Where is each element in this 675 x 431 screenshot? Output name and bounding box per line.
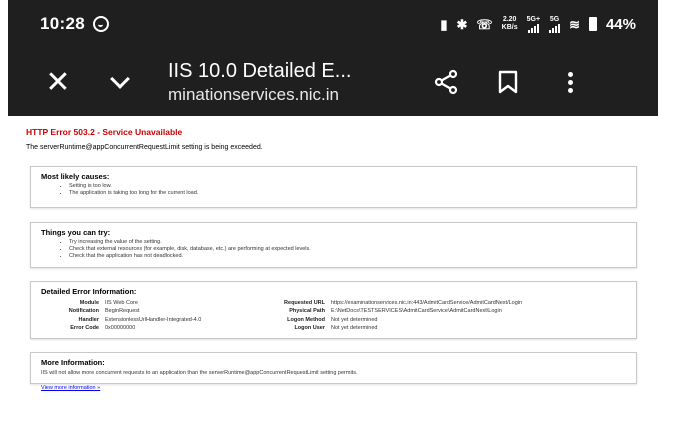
signal-bars-icon bbox=[549, 23, 561, 33]
list-item: Setting is too low. bbox=[69, 183, 626, 190]
list-item: Check that the application has not deadl… bbox=[69, 253, 626, 260]
detail-value: BeginRequest bbox=[105, 308, 140, 315]
detail-value: ExtensionlessUrlHandler-Integrated-4.0 bbox=[105, 316, 202, 323]
share-icon bbox=[434, 69, 458, 95]
network-speed-unit: KB/s bbox=[501, 24, 518, 31]
more-vert-icon bbox=[567, 71, 573, 77]
detail-key: Handler bbox=[78, 316, 99, 323]
minimize-button[interactable] bbox=[98, 60, 142, 104]
detail-value: https://examinationservices.nic.in:443/A… bbox=[331, 300, 523, 306]
try-box: Things you can try: Try increasing the v… bbox=[30, 222, 637, 268]
bluetooth-icon: ✱ bbox=[456, 16, 468, 32]
more-info-box: More Information: IIS will not allow mor… bbox=[30, 352, 637, 391]
error-title: HTTP Error 503.2 - Service Unavailable bbox=[26, 127, 183, 137]
detail-key: Logon Method bbox=[287, 316, 325, 323]
details-heading: Detailed Error Information: bbox=[41, 287, 137, 296]
detail-value: IIS Web Core bbox=[105, 300, 138, 306]
try-heading: Things you can try: bbox=[41, 228, 111, 237]
more-info-heading: More Information: bbox=[41, 358, 105, 367]
phone-header: 10:28 ▮ ✱ ☏ 2.20 KB/s 5G+ 5G ≋ 44% ✕ IIS… bbox=[8, 0, 658, 116]
detail-key: Physical Path bbox=[289, 308, 325, 315]
list-item: Check that external resources (for examp… bbox=[69, 246, 626, 253]
more-options-button[interactable] bbox=[548, 60, 592, 104]
causes-box: Most likely causes: Setting is too low. … bbox=[30, 166, 637, 208]
signal-bars-icon bbox=[527, 23, 539, 33]
signal-sim1-label: 5G+ bbox=[526, 15, 541, 23]
page-title: IIS 10.0 Detailed E... bbox=[168, 60, 352, 82]
close-button[interactable]: ✕ bbox=[36, 60, 80, 104]
list-item: The application is taking too long for t… bbox=[69, 190, 626, 197]
detail-key: Requested URL bbox=[284, 300, 325, 306]
share-button[interactable] bbox=[424, 60, 468, 104]
battery-icon bbox=[588, 17, 597, 31]
more-vert-dot bbox=[567, 79, 573, 85]
detail-key: Module bbox=[79, 300, 99, 306]
status-time: 10:28 bbox=[40, 14, 85, 33]
more-info-link[interactable]: View more information » bbox=[41, 385, 100, 391]
causes-list: Setting is too low. The application is t… bbox=[41, 183, 626, 197]
causes-heading: Most likely causes: bbox=[41, 172, 110, 181]
vibrate-icon: ▮ bbox=[440, 16, 448, 32]
signal-sim2: 5G bbox=[549, 15, 561, 33]
signal-sim2-label: 5G bbox=[549, 15, 560, 23]
wifi-icon: ≋ bbox=[569, 16, 580, 32]
detail-value: Not yet determined bbox=[331, 316, 378, 323]
detail-value: Not yet determined bbox=[331, 325, 378, 332]
detail-key: Logon User bbox=[294, 325, 325, 332]
detail-value: E:\NetDocs\TESTSERVICES\AdmitCardService… bbox=[331, 308, 502, 315]
close-icon: ✕ bbox=[45, 65, 71, 99]
page-url[interactable]: minationservices.nic.in bbox=[168, 84, 408, 106]
try-list: Try increasing the value of the setting.… bbox=[41, 239, 626, 260]
error-subtitle: The serverRuntime@appConcurrentRequestLi… bbox=[26, 144, 263, 151]
list-item: Try increasing the value of the setting. bbox=[69, 239, 626, 246]
battery-percent: 44% bbox=[605, 15, 636, 33]
call-icon: ☏ bbox=[476, 16, 493, 32]
signal-sim1: 5G+ bbox=[527, 16, 540, 33]
detail-key: Notification bbox=[68, 308, 99, 315]
more-vert-dot bbox=[567, 87, 573, 93]
more-info-text: IIS will not allow more concurrent reque… bbox=[41, 370, 358, 376]
status-bar: 10:28 ▮ ✱ ☏ 2.20 KB/s 5G+ 5G ≋ 44% bbox=[8, 0, 658, 48]
details-box: Detailed Error Information: Module IIS W… bbox=[30, 281, 637, 339]
chevron-down-icon bbox=[110, 69, 130, 89]
bookmark-icon bbox=[498, 70, 518, 94]
bookmark-button[interactable] bbox=[486, 60, 530, 104]
custom-tab-toolbar: ✕ IIS 10.0 Detailed E... minationservice… bbox=[8, 48, 658, 116]
network-speed-value: 2.20 bbox=[502, 16, 517, 23]
details-table: Module IIS Web Core Requested URL https:… bbox=[41, 300, 626, 333]
detail-value: 0x00000000 bbox=[105, 325, 136, 332]
status-indicators: ▮ ✱ ☏ 2.20 KB/s 5G+ 5G ≋ 44% bbox=[440, 16, 636, 33]
title-block: IIS 10.0 Detailed E... minationservices.… bbox=[168, 58, 408, 106]
error-page: HTTP Error 503.2 - Service Unavailable T… bbox=[26, 126, 641, 391]
network-speed: 2.20 KB/s bbox=[502, 16, 518, 32]
whatsapp-icon bbox=[92, 16, 109, 32]
detail-key: Error Code bbox=[70, 325, 99, 332]
